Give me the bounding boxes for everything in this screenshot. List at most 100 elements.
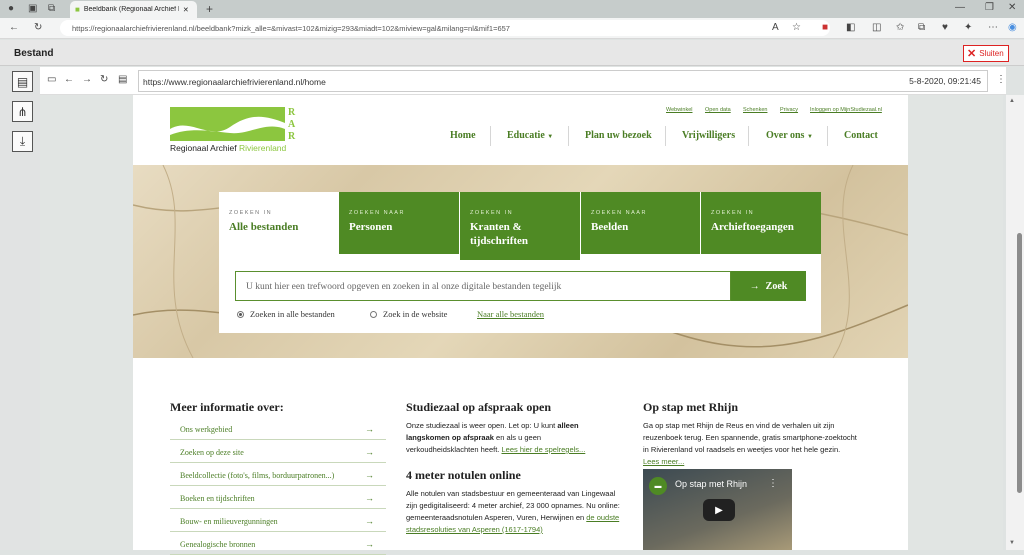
address-bar[interactable]: https://regionaalarchiefrivierenland.nl/… [60,20,830,36]
collections-icon[interactable]: ⧉ [918,23,925,33]
search-input[interactable]: U kunt hier een trefwoord opgeven en zoe… [235,271,731,301]
radio-all-files[interactable]: Zoeken in alle bestanden [237,309,335,319]
list-item-label: Beeldcollectie (foto's, films, borduurpa… [180,471,335,480]
nav-plan-uw-bezoek[interactable]: Plan uw bezoek [585,130,652,141]
scroll-up-icon[interactable]: ▲ [1009,98,1015,104]
extensions-puzzle-icon[interactable]: ✦ [964,23,972,33]
video-title: Op stap met Rhijn [675,479,748,489]
tab-big-label: Alle bestanden [229,221,299,233]
favorite-star-icon[interactable]: ☆ [792,23,801,33]
inner-refresh-icon[interactable]: ↻ [100,75,108,85]
all-files-link[interactable]: Naar alle bestanden [477,309,544,319]
inner-forward-icon[interactable]: → [82,75,92,85]
refresh-icon[interactable]: ↻ [34,23,42,33]
close-label: Sluiten [979,49,1004,58]
restore-icon[interactable]: ❐ [985,3,994,13]
arrow-right-icon: → [365,447,374,457]
list-item[interactable]: Boeken en tijdschriften → [170,488,386,509]
inner-page-icon[interactable]: ▤ [118,75,127,85]
nav-vrijwilligers[interactable]: Vrijwilligers [682,130,735,141]
copilot-icon[interactable]: ◉ [1008,23,1017,33]
nav-over-ons-label: Over ons [766,130,805,141]
scroll-down-icon[interactable]: ▼ [1009,540,1015,546]
browser-essentials-icon[interactable]: ♥ [942,23,948,33]
toplink-schenken[interactable]: Schenken [743,107,767,113]
favorites-icon[interactable]: ✩ [896,23,904,33]
list-item-label: Genealogische bronnen [180,540,256,549]
radio-unchecked-icon [370,310,377,318]
share-button[interactable]: ⋔ [12,101,33,122]
split-screen-icon[interactable]: ◫ [872,23,881,33]
tab-personen[interactable]: ZOEKEN NAAR Personen [339,192,459,254]
col2-link[interactable]: Lees hier de spelregels... [501,445,585,454]
logo-text-1: Regionaal Archief [170,143,237,153]
document-icon: ▤ [16,74,29,89]
scrollbar-thumb[interactable] [1017,233,1022,493]
minimize-icon[interactable]: — [955,3,965,13]
video-embed[interactable]: ▬ Op stap met Rhijn ⋮ ▶ [643,469,792,550]
tab-big-label: Kranten & tijdschriften [470,221,529,247]
window-close-icon[interactable]: ✕ [1008,3,1016,13]
logo-letters: RAR [288,107,296,142]
col2-paragraph-2: Alle notulen van stadsbestuur en gemeent… [406,488,624,536]
nav-divider [827,126,828,146]
nav-contact[interactable]: Contact [844,130,878,141]
inner-address-bar[interactable]: https://www.regionaalarchiefrivierenland… [138,70,988,92]
read-aloud-icon[interactable]: A [772,23,779,33]
inner-url-text: https://www.regionaalarchiefrivierenland… [143,77,326,87]
logo-text: Regionaal Archief Rivierenland [170,143,286,153]
tab-small-label: ZOEKEN IN [470,210,514,216]
close-viewer-button[interactable]: ✕ Sluiten [963,45,1009,62]
list-item[interactable]: Zoeken op deze site → [170,442,386,463]
col3-paragraph: Ga op stap met Rhijn de Reus en vind de … [643,420,858,468]
inner-menu-icon[interactable]: ⋮ [996,75,1006,85]
extension-icon[interactable]: ■ [822,23,828,33]
col3-title: Op stap met Rhijn [643,400,739,414]
tab-close-icon[interactable]: ✕ [183,6,189,14]
inner-back-icon[interactable]: ← [64,75,74,85]
list-item-label: Boeken en tijdschriften [180,494,255,503]
nav-educatie[interactable]: Educatie ▼ [507,130,553,141]
col3-text: Ga op stap met Rhijn de Reus en vind de … [643,421,857,454]
toplink-webwinkel[interactable]: Webwinkel [666,107,693,113]
workspaces-icon[interactable]: ▣ [28,4,37,14]
toplink-privacy[interactable]: Privacy [780,107,798,113]
nav-divider [490,126,491,146]
search-button[interactable]: → Zoek [731,271,806,301]
nav-divider [568,126,569,146]
profile-avatar-icon[interactable]: ● [8,4,14,14]
list-item[interactable]: Genealogische bronnen → [170,534,386,555]
tab-kranten[interactable]: ZOEKEN IN Kranten & tijdschriften [460,192,580,260]
download-icon: ⤓ [19,134,26,148]
tab-beelden[interactable]: ZOEKEN NAAR Beelden [581,192,700,254]
play-button-icon[interactable]: ▶ [703,499,735,521]
new-tab-icon[interactable]: + [206,3,213,15]
list-item[interactable]: Ons werkgebied → [170,419,386,440]
list-item[interactable]: Beeldcollectie (foto's, films, borduurpa… [170,465,386,486]
video-menu-icon[interactable]: ⋮ [768,478,778,489]
radio-website[interactable]: Zoek in de website [370,309,447,319]
tab-actions-icon[interactable]: ⧉ [48,4,55,14]
tab-alle-bestanden[interactable]: ZOEKEN IN Alle bestanden [219,192,338,254]
extension-2-icon[interactable]: ◧ [846,23,855,33]
chevron-down-icon: ▼ [806,134,813,140]
browser-tab-active[interactable]: ■ Beeldbank (Regionaal Archief Riv ✕ [70,1,197,18]
tab-archieftoegangen[interactable]: ZOEKEN IN Archieftoegangen [701,192,821,254]
col3-link[interactable]: Lees meer... [643,457,684,466]
back-icon[interactable]: ← [9,23,19,33]
tab-big-label: Archieftoegangen [711,221,794,233]
download-button[interactable]: ⤓ [12,131,33,152]
tab-small-label: ZOEKEN NAAR [591,210,647,216]
nav-home[interactable]: Home [450,130,476,141]
details-button[interactable]: ▤ [12,71,33,92]
toplink-inloggen[interactable]: Inloggen op MijnStudiezaal.nl [810,107,882,113]
toplink-open-data[interactable]: Open data [705,107,731,113]
settings-more-icon[interactable]: ⋯ [988,23,998,33]
capture-timestamp: 5-8-2020, 09:21:45 [909,76,981,86]
tab-favicon-icon: ■ [75,5,80,14]
search-placeholder: U kunt hier een trefwoord opgeven en zoe… [246,282,562,292]
col1-title: Meer informatie over: [170,400,284,414]
monitor-icon[interactable]: ▭ [47,75,56,85]
list-item[interactable]: Bouw- en milieuvergunningen → [170,511,386,532]
nav-over-ons[interactable]: Over ons ▼ [766,130,813,141]
